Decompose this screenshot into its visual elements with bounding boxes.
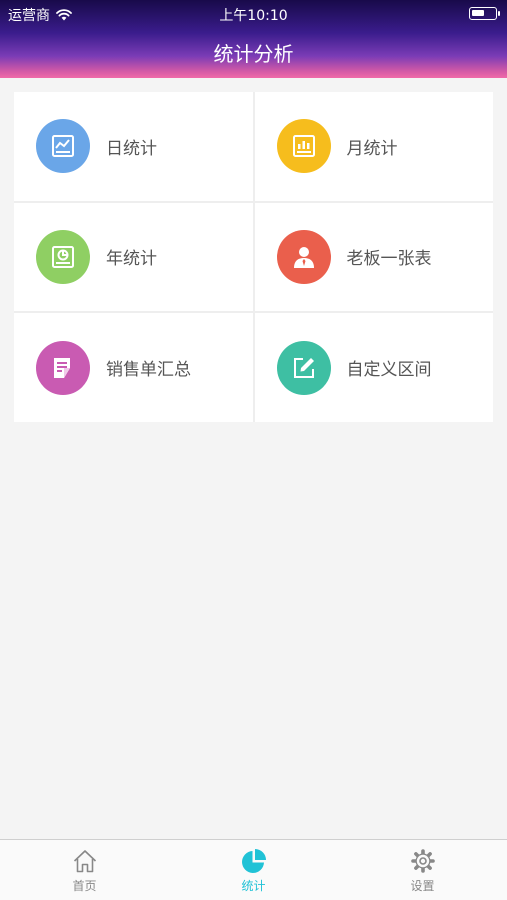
menu-item-yearly[interactable]: 年统计	[14, 202, 253, 312]
yearly-chart-icon	[36, 229, 90, 284]
menu-item-boss-table[interactable]: 老板一张表	[254, 202, 493, 312]
menu-item-daily[interactable]: 日统计	[14, 92, 253, 201]
sales-summary-icon	[36, 340, 90, 395]
menu-item-monthly[interactable]: 月统计	[254, 92, 493, 201]
menu-item-label: 老板一张表	[346, 249, 432, 270]
boss-icon	[276, 229, 331, 284]
battery-level	[472, 10, 485, 16]
custom-range-icon	[276, 340, 331, 395]
status-bar: 运营商 上午10:10	[0, 0, 507, 28]
menu-item-label: 自定义区间	[346, 360, 432, 381]
menu-item-label: 销售单汇总	[106, 360, 191, 381]
battery-icon	[469, 7, 500, 20]
stats-menu-grid: 日统计 月统计 年统计 老板一张表 销售单汇总 自定义区间	[14, 92, 493, 422]
home-icon	[73, 850, 96, 873]
pie-chart-icon	[241, 849, 266, 873]
menu-item-custom-range[interactable]: 自定义区间	[254, 313, 493, 422]
menu-item-sales-summary[interactable]: 销售单汇总	[14, 313, 253, 422]
status-time: 上午10:10	[219, 8, 288, 24]
tab-home[interactable]: 首页	[0, 840, 169, 900]
tab-label: 首页	[72, 879, 97, 893]
tab-settings[interactable]: 设置	[338, 840, 507, 900]
tab-label: 统计	[241, 879, 266, 893]
page-title: 统计分析	[213, 42, 294, 66]
tab-bar: 首页 统计 设置	[0, 839, 507, 900]
header: 运营商 上午10:10 统计分析	[0, 0, 507, 78]
tab-statistics[interactable]: 统计	[169, 840, 338, 900]
monthly-chart-icon	[276, 119, 331, 174]
menu-item-label: 年统计	[106, 249, 157, 270]
menu-item-label: 日统计	[106, 138, 157, 159]
daily-chart-icon	[36, 119, 90, 174]
gear-icon	[410, 849, 435, 873]
menu-item-label: 月统计	[346, 138, 398, 159]
tab-label: 设置	[410, 879, 435, 893]
